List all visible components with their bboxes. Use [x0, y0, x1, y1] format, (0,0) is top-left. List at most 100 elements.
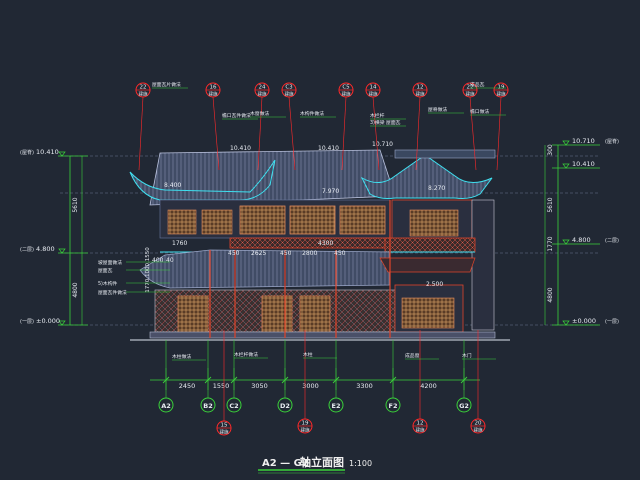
annotation-note: 3)横梁 屋面瓦 [370, 119, 401, 126]
annotation-note: 檐口做法 [470, 108, 489, 115]
axis-label: B2 [203, 402, 212, 410]
elev-triangle [58, 248, 66, 254]
annotation-note: 坡屋面做法 [98, 259, 122, 266]
elev-value-left: ±0.000 [36, 317, 60, 325]
callout-id: 19 [498, 85, 505, 91]
elev-label-right: (屋脊) [605, 138, 619, 145]
upper-window [167, 209, 197, 235]
annotation-note: 木栏杆做法 [234, 351, 258, 358]
callout-sheet: 建施 [301, 427, 310, 434]
horizontal-dim: 3050 [251, 382, 268, 390]
drawing-stage: (屋脊) 10.410 (二层) 4.800 (一层) ±0.000 5610 4800 10.… [0, 0, 640, 480]
callout-sheet: 建施 [497, 91, 506, 98]
callout-leader [496, 96, 502, 171]
annotation-note: 木柱做法 [172, 353, 191, 360]
inner-side-dim: 40 [166, 257, 174, 264]
callout-id: 16 [210, 85, 217, 91]
elev-label-right: (二层) [605, 238, 619, 244]
axis-label: G2 [459, 402, 469, 410]
annotation-note: 5)木构件 [98, 280, 118, 287]
inner-top-level: 10.410 [318, 145, 339, 152]
annotation-note: 屋脊做法 [428, 106, 447, 113]
axis-label: D2 [280, 402, 290, 410]
horizontal-dim: 4200 [420, 382, 437, 390]
ground-door [299, 295, 331, 333]
horizontal-dim: 3300 [356, 382, 373, 390]
right-roof-ridge [394, 149, 496, 159]
axis-bubbles-layer: A2 B2 C2 D2 E2 F2 G2 [158, 340, 472, 413]
inner-mid-upper: 4300 [318, 240, 333, 247]
callout-id: C5 [342, 85, 350, 91]
callout-sheet: 建施 [474, 427, 483, 434]
callout-id: 12 [417, 421, 424, 427]
axis-label: A2 [161, 402, 171, 410]
inner-lower-right: 2.500 [426, 281, 443, 288]
inner-mid-dim: 2800 [302, 250, 317, 257]
inner-eave-level: 7.970 [322, 188, 339, 195]
callout-sheet: 建施 [139, 91, 148, 98]
elev-value-right: 4.800 [572, 236, 591, 244]
ground-door [261, 295, 293, 333]
inner-top-level: 10.410 [230, 145, 251, 152]
right-vertical-dim: 5610 [547, 197, 554, 212]
elev-triangle [562, 239, 570, 245]
right-balcony [384, 237, 476, 253]
inner-eave-level: 8.270 [428, 185, 445, 192]
elev-label-left: (屋脊) [20, 149, 34, 156]
elev-value-left: 4.800 [36, 245, 55, 253]
callout-sheet: 建施 [220, 429, 229, 436]
callout-leader [138, 96, 144, 171]
right-vertical-dim: 1770 [547, 236, 554, 251]
elevation-drawing: (屋脊) 10.410(二层) 4.800(一层) ±0.0005610480010.… [20, 81, 619, 474]
callout-sheet: 建施 [258, 91, 267, 98]
horizontal-dim: 1550 [213, 382, 230, 390]
annotation-note: 木栏杆 [370, 112, 385, 119]
inner-mid-dim: 450 [280, 250, 292, 257]
right-ground-window [401, 297, 455, 329]
elev-label-right: (一层) [605, 319, 619, 325]
inner-mid-dim: 1760 [172, 240, 187, 247]
callout-sheet: 建施 [209, 91, 218, 98]
annotation-note: 屋面瓦 [98, 268, 113, 274]
building-plinth [149, 331, 496, 339]
annotation-note: 屋面瓦片做法 [152, 81, 181, 88]
annotation-note: 檐口瓦件做法 [222, 112, 251, 119]
upper-window [239, 205, 286, 235]
callout-id: 14 [370, 85, 377, 91]
callout-id: 22 [140, 85, 147, 91]
annotation-note: 成品窗 [405, 352, 420, 359]
elev-triangle [562, 140, 570, 146]
callout-sheet: 建施 [416, 91, 425, 98]
elev-triangle [562, 320, 570, 326]
axis-label: C2 [229, 402, 238, 410]
left-vertical-dim: 4800 [72, 282, 79, 297]
callout-id: 12 [417, 85, 424, 91]
elev-value-right: 10.710 [572, 137, 595, 145]
upper-window [289, 205, 336, 235]
callout-sheet: 建施 [285, 91, 294, 98]
annotation-note: 木柱 [303, 351, 313, 358]
elev-value-left: 10.410 [36, 148, 59, 156]
callout-id: 20 [475, 421, 482, 427]
elev-label-left: (一层) [20, 319, 34, 325]
inner-top-level: 10.710 [372, 141, 393, 148]
annotation-note: 木门 [462, 352, 472, 359]
annotation-note: 成品瓦 [470, 81, 485, 88]
annotation-note: 木窗做法 [250, 110, 269, 117]
callout-leader [469, 96, 477, 171]
upper-window [339, 205, 386, 235]
title-name: 轴立面图 [300, 455, 344, 469]
callout-id: 15 [221, 423, 228, 429]
axis-label: F2 [389, 402, 398, 410]
inner-side-dim: 400 [152, 257, 164, 264]
right-lower-eave [379, 257, 476, 273]
drawing-title: A2 — G2 轴立面图 1:100 [258, 455, 372, 474]
annotation-note: 屋面瓦件做法 [98, 289, 127, 296]
title-scale: 1:100 [349, 459, 372, 468]
callout-id: 19 [302, 421, 309, 427]
ground-door [177, 295, 209, 333]
right-vertical-dim: 4800 [547, 287, 554, 302]
elev-value-right: 10.410 [572, 160, 595, 168]
callout-sheet: 建施 [342, 91, 351, 98]
callout-sheet: 建施 [369, 91, 378, 98]
